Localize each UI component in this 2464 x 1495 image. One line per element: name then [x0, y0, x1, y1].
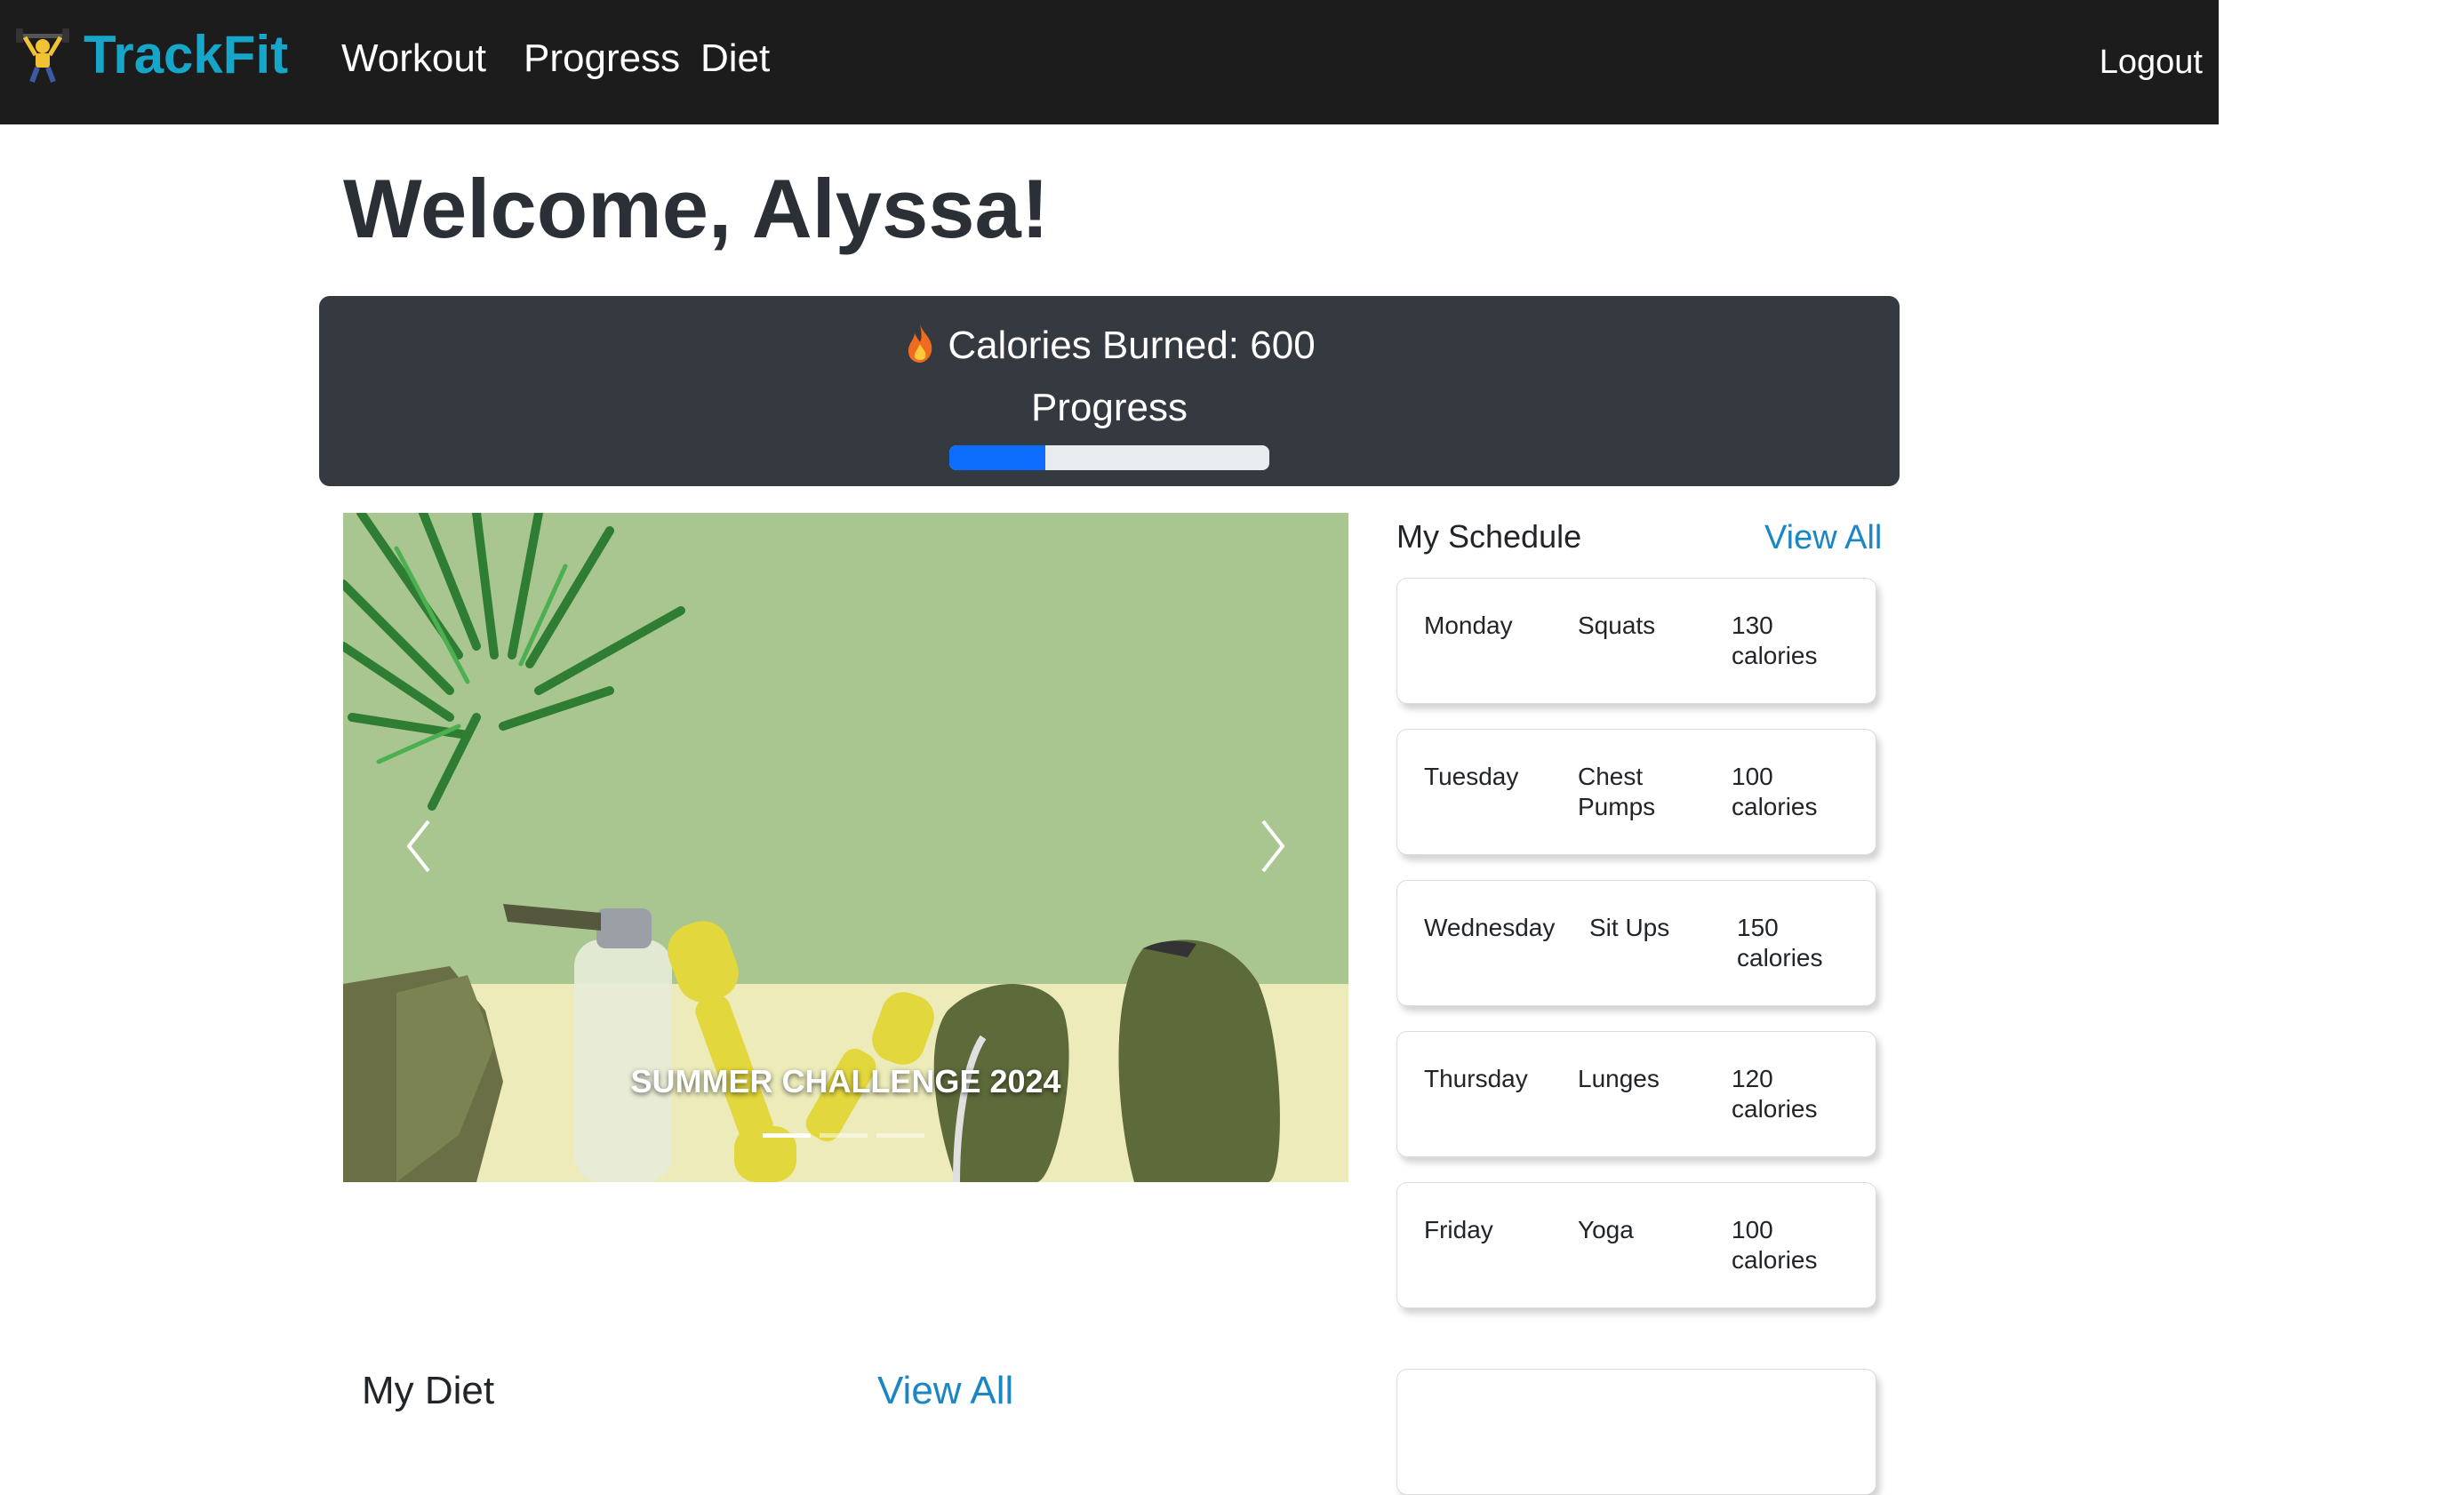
progress-bar	[949, 445, 1269, 470]
brand-logo[interactable]: TrackFit	[84, 23, 288, 87]
nav-diet[interactable]: Diet	[700, 34, 770, 84]
carousel-prev-icon[interactable]	[393, 811, 446, 882]
nav-workout[interactable]: Workout	[341, 34, 486, 84]
carousel-next-icon[interactable]	[1245, 811, 1299, 882]
carousel-indicator[interactable]	[763, 1133, 811, 1138]
fire-icon	[908, 324, 932, 363]
hero-carousel[interactable]: SUMMER CHALLENGE 2024	[343, 513, 1348, 1182]
logout-link[interactable]: Logout	[2100, 39, 2203, 85]
schedule-card[interactable]: Tuesday Chest Pumps 100 calories	[1396, 729, 1876, 855]
progress-label: Progress	[1030, 386, 1188, 429]
schedule-view-all-link[interactable]: View All	[1764, 516, 1882, 560]
schedule-calories: 100 calories	[1732, 763, 1818, 820]
schedule-card[interactable]: Thursday Lunges 120 calories	[1396, 1031, 1876, 1157]
carousel-indicators	[763, 1133, 932, 1140]
weightlifter-icon	[16, 28, 69, 84]
carousel-caption: SUMMER CHALLENGE 2024	[630, 1063, 1061, 1099]
calories-text: Calories Burned: 600	[948, 324, 1316, 367]
schedule-title: My Schedule	[1396, 518, 1582, 555]
calories-banner: Calories Burned: 600 Progress	[319, 296, 1900, 486]
schedule-calories: 150 calories	[1737, 914, 1823, 971]
diet-title: My Diet	[362, 1369, 495, 1412]
schedule-exercise: Chest Pumps	[1578, 763, 1656, 820]
page-title: Welcome, Alyssa!	[343, 162, 1050, 255]
schedule-exercise: Lunges	[1578, 1065, 1660, 1092]
partial-card	[1396, 1369, 1876, 1495]
schedule-day: Monday	[1424, 612, 1513, 639]
schedule-card[interactable]: Wednesday Sit Ups 150 calories	[1396, 880, 1876, 1006]
schedule-day: Wednesday	[1424, 914, 1556, 941]
schedule-exercise: Squats	[1578, 612, 1656, 639]
nav-progress[interactable]: Progress	[524, 34, 680, 84]
diet-view-all-link[interactable]: View All	[877, 1365, 1013, 1417]
schedule-calories: 130 calories	[1732, 612, 1818, 669]
schedule-day: Friday	[1424, 1216, 1493, 1243]
carousel-indicator[interactable]	[876, 1133, 924, 1138]
schedule-card[interactable]: Friday Yoga 100 calories	[1396, 1182, 1876, 1308]
schedule-exercise: Yoga	[1578, 1216, 1634, 1243]
schedule-day: Thursday	[1424, 1065, 1528, 1092]
schedule-day: Tuesday	[1424, 763, 1519, 790]
schedule-card[interactable]: Monday Squats 130 calories	[1396, 578, 1876, 704]
navbar: TrackFit Workout Progress Diet Logout	[0, 0, 2219, 124]
progress-fill	[949, 445, 1045, 470]
carousel-indicator[interactable]	[820, 1133, 868, 1138]
schedule-exercise: Sit Ups	[1589, 914, 1670, 941]
schedule-calories: 100 calories	[1732, 1216, 1818, 1274]
schedule-calories: 120 calories	[1732, 1065, 1818, 1123]
calories-line: Calories Burned: 600	[319, 321, 1900, 371]
